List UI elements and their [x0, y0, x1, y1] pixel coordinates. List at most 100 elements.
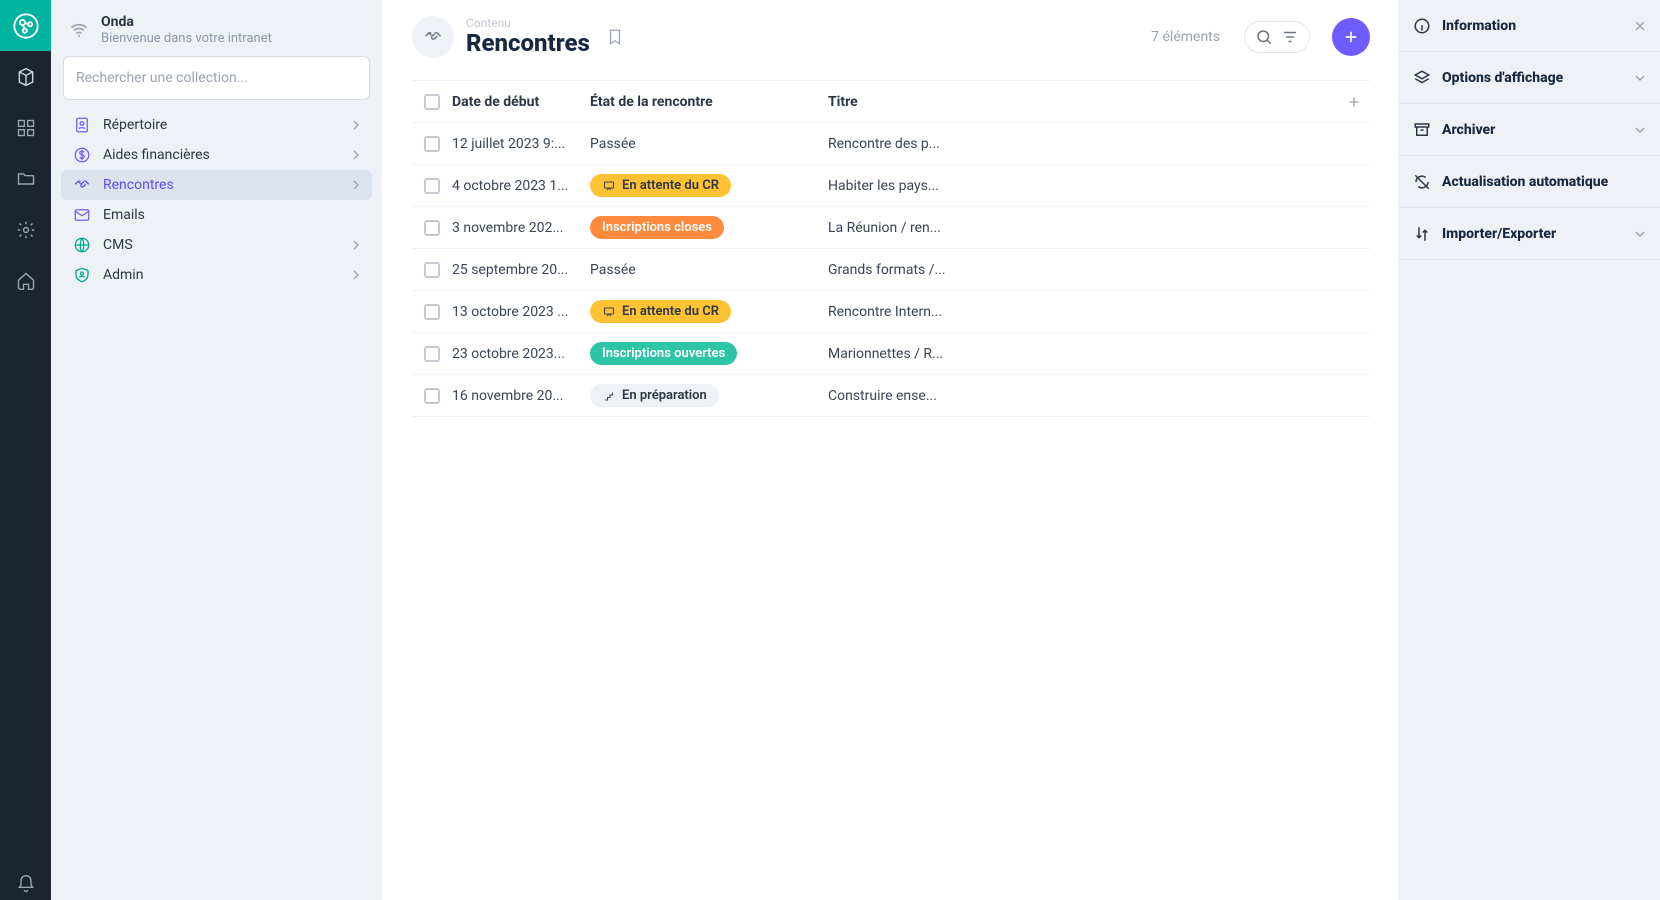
- globe-icon: [71, 234, 93, 256]
- no-sync-icon: [1412, 172, 1432, 192]
- cell-date: 16 novembre 20...: [452, 388, 590, 404]
- tenant-logo[interactable]: [0, 0, 51, 51]
- status-badge: Inscriptions ouvertes: [590, 342, 737, 365]
- module-files[interactable]: [0, 153, 51, 204]
- nav-item-label: Admin: [103, 267, 143, 283]
- cube-icon: [16, 67, 36, 87]
- table-row[interactable]: 25 septembre 20...PasséeGrands formats /…: [412, 249, 1370, 291]
- cell-date: 13 octobre 2023 ...: [452, 304, 590, 320]
- row-checkbox[interactable]: [424, 136, 440, 152]
- page-title: Rencontres: [466, 30, 590, 56]
- module-content[interactable]: [0, 51, 51, 102]
- chevron-down-icon: [1632, 226, 1648, 242]
- cell-title: Construire ense...: [828, 388, 1370, 404]
- stairs-icon: [602, 389, 616, 403]
- nav-item-aides-financi-res[interactable]: Aides financières: [61, 140, 372, 170]
- cell-status: Inscriptions ouvertes: [590, 342, 828, 365]
- chevron-right-icon: [348, 147, 364, 163]
- right-sidebar: Information Options d'affichage Archiver Ac…: [1398, 0, 1660, 900]
- module-home[interactable]: [0, 255, 51, 306]
- chevron-down-icon: [1632, 70, 1648, 86]
- row-checkbox[interactable]: [424, 178, 440, 194]
- table-row[interactable]: 16 novembre 20...En préparationConstruir…: [412, 375, 1370, 417]
- chevron-right-icon: [348, 267, 364, 283]
- select-all-checkbox[interactable]: [424, 94, 440, 110]
- cell-status: Passée: [590, 262, 828, 278]
- cell-date: 3 novembre 202...: [452, 220, 590, 236]
- cell-status: En attente du CR: [590, 300, 828, 323]
- row-checkbox[interactable]: [424, 262, 440, 278]
- layers-icon: [1412, 68, 1432, 88]
- nav-item-cms[interactable]: CMS: [61, 230, 372, 260]
- add-item-button[interactable]: [1332, 18, 1370, 56]
- table-row[interactable]: 13 octobre 2023 ...En attente du CR Renco…: [412, 291, 1370, 333]
- col-header-title[interactable]: Titre: [828, 94, 1370, 110]
- rightbar-section-label: Actualisation automatique: [1442, 174, 1608, 190]
- tenant-header: Onda Bienvenue dans votre intranet: [61, 10, 372, 56]
- table-row[interactable]: 4 octobre 2023 1...En attente du CRHabit…: [412, 165, 1370, 207]
- grid-icon: [16, 118, 36, 138]
- cell-status: Inscriptions closes: [590, 216, 828, 239]
- table-row[interactable]: 12 juillet 2023 9:...PasséeRencontre des…: [412, 123, 1370, 165]
- rightbar-section-importer-exporter[interactable]: Importer/Exporter: [1398, 208, 1660, 260]
- plus-icon: [1346, 94, 1362, 110]
- rightbar-section-label: Options d'affichage: [1442, 70, 1563, 86]
- nav-item-emails[interactable]: Emails: [61, 200, 372, 230]
- status-badge: En attente du CR: [590, 300, 731, 323]
- row-checkbox[interactable]: [424, 388, 440, 404]
- bookmark-icon: [606, 28, 624, 46]
- nav-item-r-pertoire[interactable]: Répertoire: [61, 110, 372, 140]
- mail-icon: [71, 204, 93, 226]
- nav-item-rencontres[interactable]: Rencontres: [61, 170, 372, 200]
- folder-icon: [16, 169, 36, 189]
- rightbar-section-information[interactable]: Information: [1398, 0, 1660, 52]
- row-checkbox[interactable]: [424, 304, 440, 320]
- filter-icon: [1281, 28, 1299, 46]
- nav-item-label: CMS: [103, 237, 133, 253]
- status-badge: En attente du CR: [590, 174, 731, 197]
- swap-vert-icon: [1412, 224, 1432, 244]
- module-settings[interactable]: [0, 204, 51, 255]
- nav-item-label: Aides financières: [103, 147, 210, 163]
- main-area: Contenu Rencontres 7 éléments: [382, 0, 1398, 900]
- nav-item-label: Emails: [103, 207, 145, 223]
- close-button[interactable]: [1632, 18, 1648, 34]
- search-input[interactable]: [63, 56, 370, 100]
- rightbar-section-actualisation-automatique[interactable]: Actualisation automatique: [1398, 156, 1660, 208]
- cell-title: La Réunion / ren...: [828, 220, 1370, 236]
- cell-title: Rencontre Intern...: [828, 304, 1370, 320]
- module-notifications[interactable]: [0, 874, 51, 894]
- contacts-icon: [71, 114, 93, 136]
- page-header: Contenu Rencontres 7 éléments: [412, 12, 1370, 58]
- add-column-button[interactable]: [1346, 94, 1362, 110]
- search-button[interactable]: [1255, 28, 1273, 46]
- module-dashboard[interactable]: [0, 102, 51, 153]
- search-icon: [1255, 28, 1273, 46]
- row-checkbox[interactable]: [424, 346, 440, 362]
- table-row[interactable]: 23 octobre 2023...Inscriptions ouvertesM…: [412, 333, 1370, 375]
- search-filter-pill: [1244, 21, 1310, 53]
- chevron-right-icon: [348, 237, 364, 253]
- home-icon: [16, 271, 36, 291]
- bookmark-toggle[interactable]: [606, 28, 624, 46]
- cell-status: Passée: [590, 136, 828, 152]
- presentation-icon: [602, 305, 616, 319]
- nav-item-admin[interactable]: Admin: [61, 260, 372, 290]
- rightbar-section-options-d-affichage[interactable]: Options d'affichage: [1398, 52, 1660, 104]
- table-row[interactable]: 3 novembre 202...Inscriptions closesLa R…: [412, 207, 1370, 249]
- col-header-date[interactable]: Date de début: [452, 94, 590, 110]
- shield-user-icon: [71, 264, 93, 286]
- row-checkbox[interactable]: [424, 220, 440, 236]
- nav-item-label: Répertoire: [103, 117, 167, 133]
- col-header-status[interactable]: État de la rencontre: [590, 94, 828, 110]
- cell-title: Rencontre des p...: [828, 136, 1370, 152]
- rightbar-section-label: Importer/Exporter: [1442, 226, 1556, 242]
- chevron-right-icon: [348, 177, 364, 193]
- cell-title: Marionnettes / R...: [828, 346, 1370, 362]
- filter-button[interactable]: [1281, 28, 1299, 46]
- handshake-icon: [423, 27, 443, 47]
- cell-status: En attente du CR: [590, 174, 828, 197]
- bell-icon: [16, 874, 36, 894]
- rightbar-section-label: Archiver: [1442, 122, 1495, 138]
- rightbar-section-archiver[interactable]: Archiver: [1398, 104, 1660, 156]
